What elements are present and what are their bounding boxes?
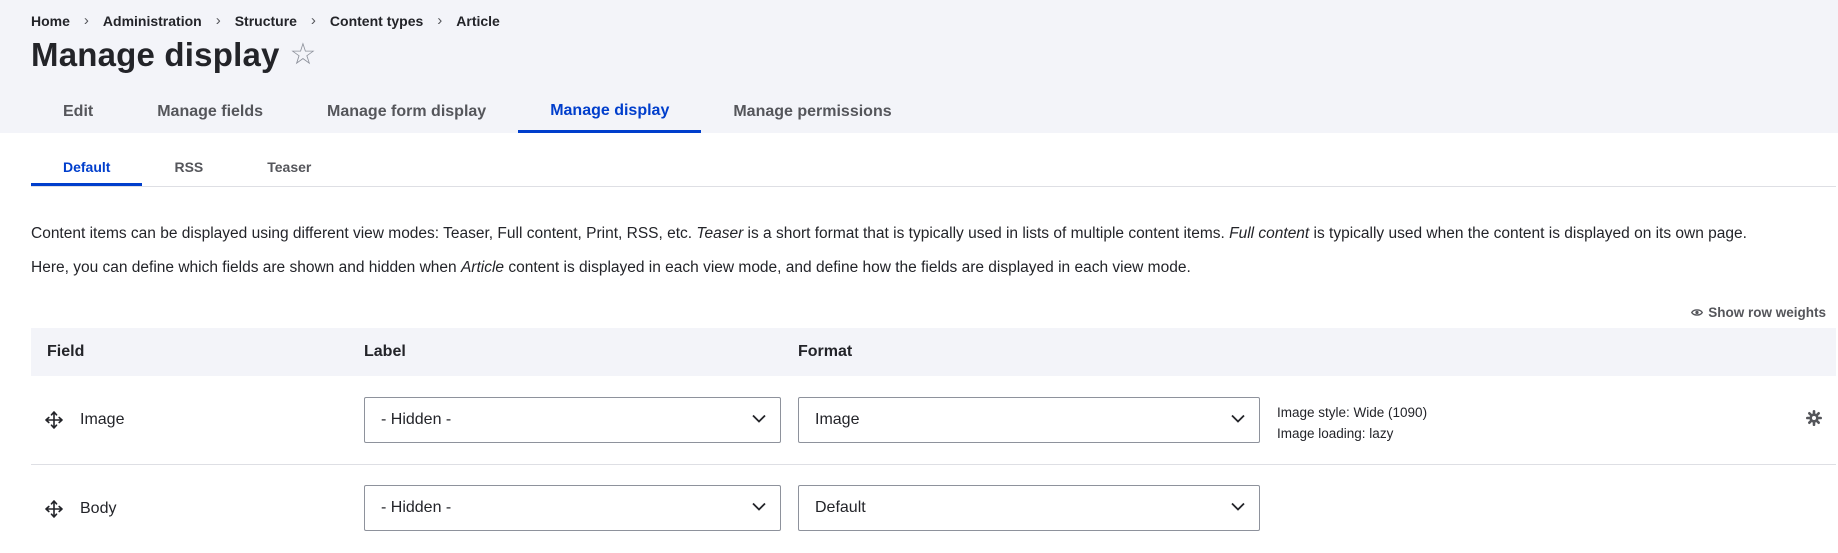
breadcrumb-administration[interactable]: Administration — [103, 13, 202, 29]
format-select[interactable]: Default — [798, 485, 1260, 531]
tab-rss[interactable]: RSS — [142, 150, 235, 186]
star-icon[interactable]: ☆ — [290, 40, 317, 70]
tab-edit[interactable]: Edit — [31, 92, 125, 133]
tab-manage-permissions[interactable]: Manage permissions — [701, 92, 923, 133]
gear-icon[interactable] — [1806, 410, 1822, 426]
table-header: Field Label Format — [31, 328, 1836, 376]
primary-tabs: Edit Manage fields Manage form display M… — [31, 92, 924, 133]
breadcrumb-article[interactable]: Article — [456, 13, 500, 29]
summary-image-style: Image style: Wide (1090) — [1277, 405, 1428, 420]
tab-manage-form-display[interactable]: Manage form display — [295, 92, 518, 133]
page-header: Home › Administration › Structure › Cont… — [0, 0, 1838, 133]
chevron-down-icon — [752, 414, 766, 423]
format-select-value: Default — [815, 499, 866, 516]
breadcrumb-separator: › — [215, 12, 221, 29]
header-format: Format — [798, 343, 853, 360]
chevron-down-icon — [1231, 502, 1245, 511]
secondary-tabs: Default RSS Teaser — [31, 150, 1836, 187]
label-select-value: - Hidden - — [381, 499, 452, 516]
breadcrumb-content-types[interactable]: Content types — [330, 13, 423, 29]
show-row-weights-label: Show row weights — [1708, 305, 1826, 320]
title-row: Manage display ☆ — [31, 36, 316, 74]
label-select[interactable]: - Hidden - — [364, 485, 781, 531]
table-row: Body - Hidden - Default — [31, 465, 1836, 553]
drag-handle-icon[interactable] — [45, 411, 63, 429]
field-name: Body — [80, 500, 117, 517]
summary-image-loading: Image loading: lazy — [1277, 426, 1394, 441]
breadcrumb-separator: › — [437, 12, 443, 29]
label-select[interactable]: - Hidden - — [364, 397, 781, 443]
breadcrumb-home[interactable]: Home — [31, 13, 70, 29]
format-select[interactable]: Image — [798, 397, 1260, 443]
drag-handle-icon[interactable] — [45, 500, 63, 518]
header-label: Label — [364, 343, 406, 360]
tab-default[interactable]: Default — [31, 150, 143, 186]
show-row-weights-button[interactable]: Show row weights — [1691, 305, 1826, 320]
fields-table: Field Label Format Image - Hidden - Imag… — [31, 328, 1836, 553]
view-modes-description: Content items can be displayed using dif… — [31, 217, 1831, 285]
breadcrumb-separator: › — [83, 12, 89, 29]
breadcrumb-structure[interactable]: Structure — [235, 13, 297, 29]
header-field: Field — [47, 343, 85, 360]
eye-icon — [1691, 308, 1704, 317]
table-row: Image - Hidden - Image Image style: Wide… — [31, 376, 1836, 465]
tab-manage-fields[interactable]: Manage fields — [125, 92, 295, 133]
tab-teaser[interactable]: Teaser — [235, 150, 343, 186]
chevron-down-icon — [1231, 414, 1245, 423]
breadcrumb-separator: › — [310, 12, 316, 29]
field-name: Image — [80, 411, 125, 428]
description-line-1: Content items can be displayed using dif… — [31, 225, 1747, 242]
tab-manage-display[interactable]: Manage display — [518, 92, 702, 133]
format-summary: Image style: Wide (1090) Image loading: … — [1277, 402, 1427, 444]
label-select-value: - Hidden - — [381, 411, 452, 428]
page-title: Manage display — [31, 36, 280, 73]
description-line-2: Here, you can define which fields are sh… — [31, 259, 1191, 276]
format-select-value: Image — [815, 411, 860, 428]
chevron-down-icon — [752, 502, 766, 511]
breadcrumb: Home › Administration › Structure › Cont… — [31, 12, 500, 29]
